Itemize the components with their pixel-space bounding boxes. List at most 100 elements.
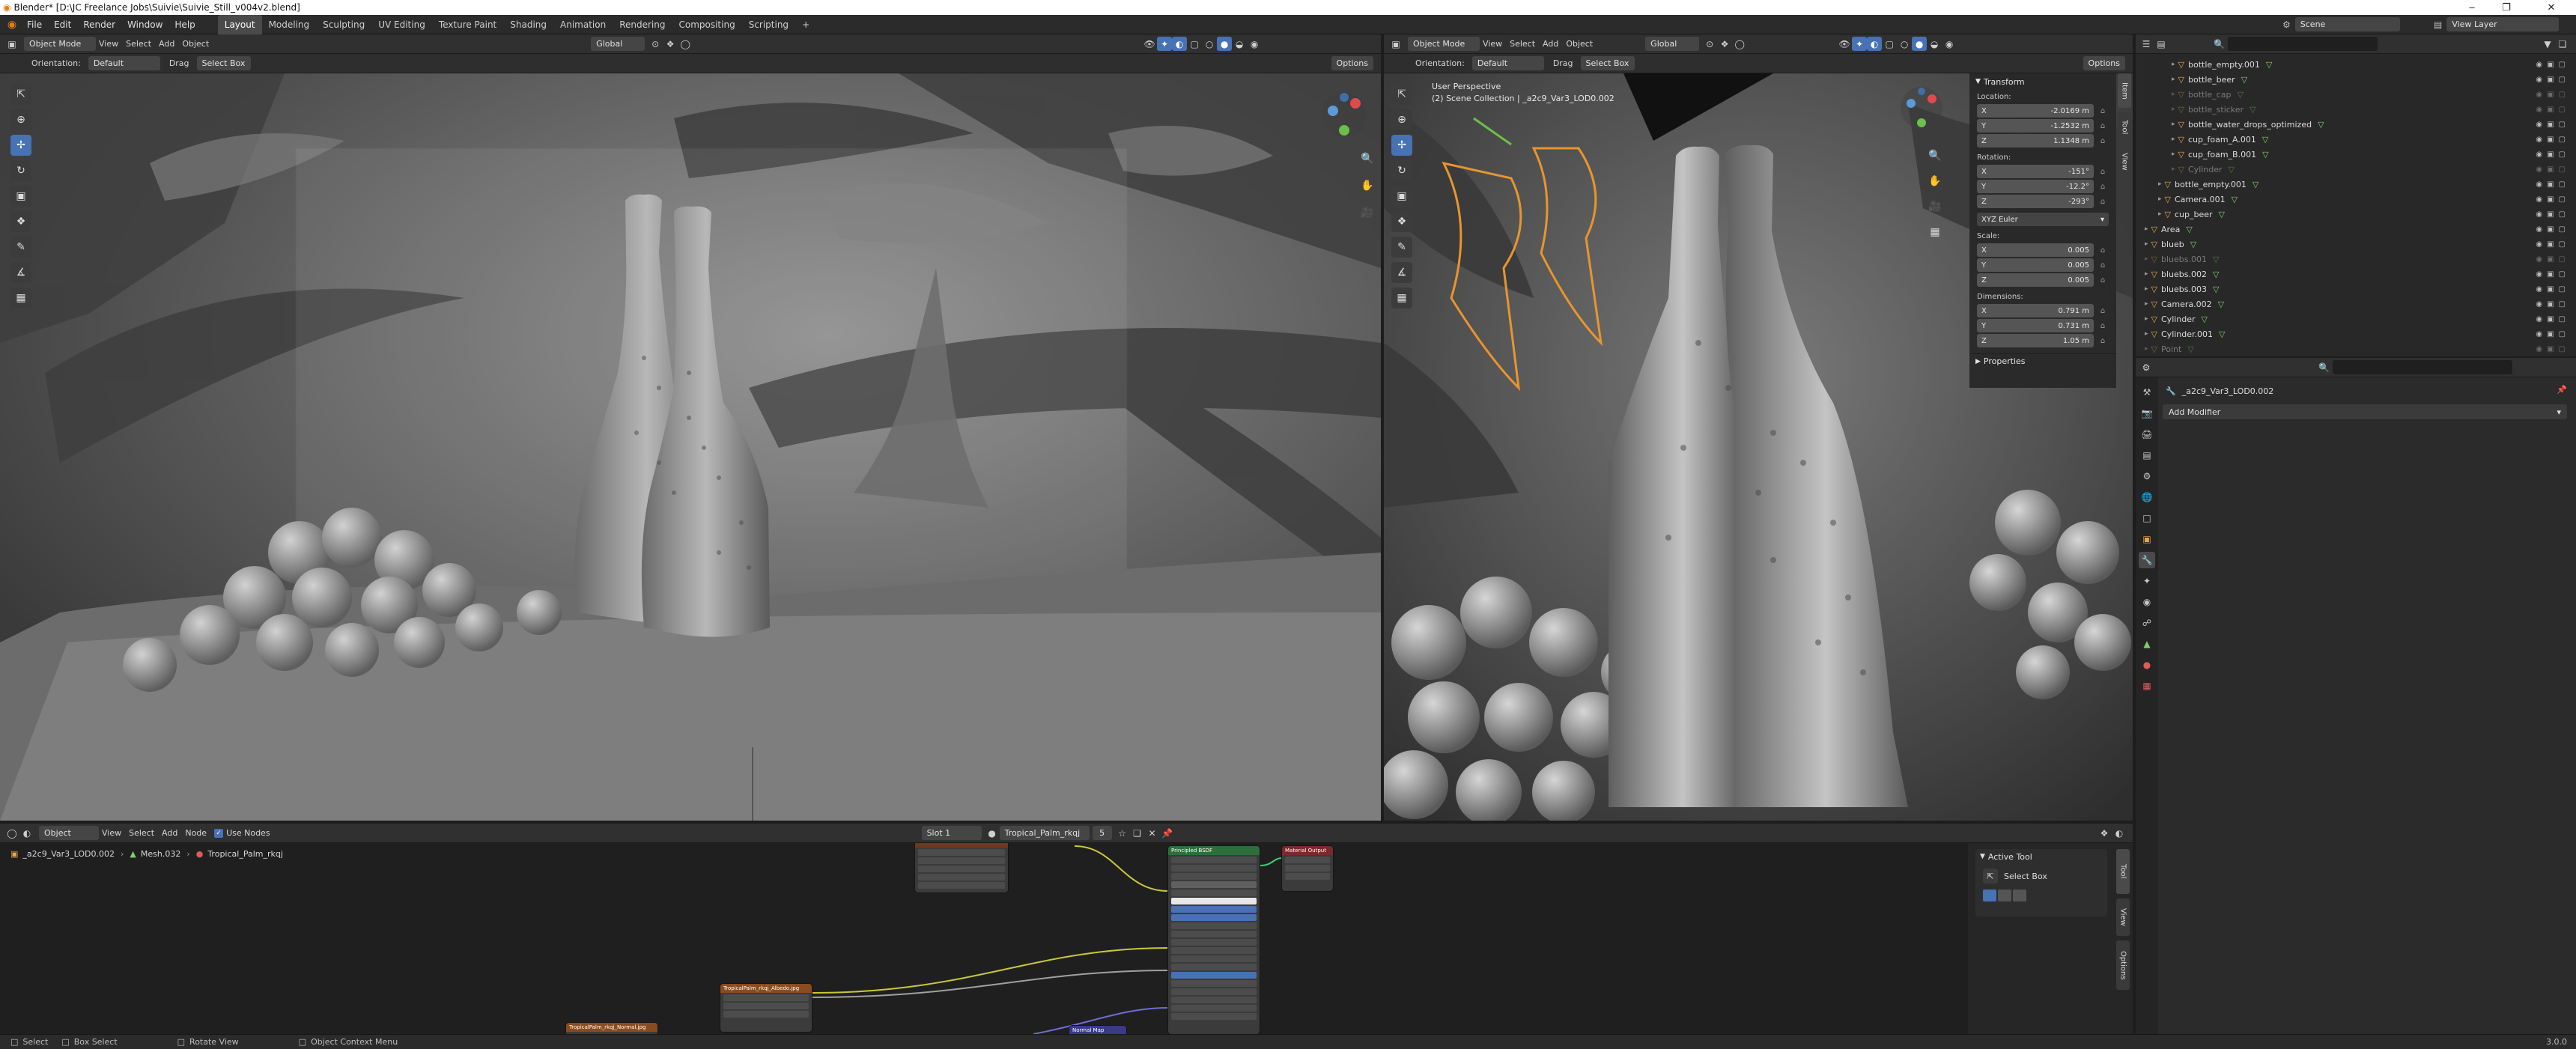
visibility-toggles-icon[interactable]: ◉▣▢ — [2536, 136, 2570, 144]
fake-user-icon[interactable]: ☆ — [1115, 826, 1130, 840]
lock-icon[interactable]: ⌂ — [2097, 168, 2109, 176]
right-transform-icon[interactable]: ❖ — [1391, 211, 1412, 232]
visibility-toggles-icon[interactable]: ◉▣▢ — [2536, 180, 2570, 189]
view-layer-selector[interactable]: View Layer — [2446, 17, 2560, 31]
expand-arrow-icon[interactable]: ▸ — [2145, 330, 2148, 338]
node-overlay-icon[interactable]: ◐ — [2112, 826, 2127, 840]
add-cube-icon[interactable]: ▦ — [10, 288, 31, 308]
lock-icon[interactable]: ⌂ — [2097, 307, 2109, 315]
right-rotate-icon[interactable]: ↻ — [1391, 160, 1412, 181]
right-options-button[interactable]: Options — [2083, 56, 2125, 70]
select-mode-subtract-icon[interactable] — [2013, 890, 2026, 901]
view-layer-tab-icon[interactable]: ▤ — [2139, 447, 2155, 463]
left-snap-icon[interactable]: ❖ — [663, 37, 678, 51]
lock-icon[interactable]: ⌂ — [2097, 122, 2109, 130]
lock-icon[interactable]: ⌂ — [2097, 246, 2109, 255]
menu-render[interactable]: Render — [77, 15, 121, 34]
expand-arrow-icon[interactable]: ▸ — [2145, 225, 2148, 233]
visibility-toggles-icon[interactable]: ◉▣▢ — [2536, 315, 2570, 323]
duplicate-material-icon[interactable]: ❏ — [1130, 826, 1145, 840]
expand-arrow-icon[interactable]: ▸ — [2158, 180, 2162, 188]
expand-arrow-icon[interactable]: ▸ — [2145, 270, 2148, 278]
data-tab-icon[interactable]: ▲ — [2139, 636, 2155, 652]
rotation-field-y[interactable]: Y -12.2° — [1977, 180, 2094, 193]
left-wireframe-shading-icon[interactable]: ○ — [1202, 37, 1217, 51]
camera-view-icon[interactable]: 🎥 — [1357, 202, 1378, 223]
left-solid-shading-icon[interactable]: ● — [1217, 37, 1233, 51]
left-proportional-icon[interactable]: ◯ — [678, 37, 693, 51]
visibility-toggles-icon[interactable]: ◉▣▢ — [2536, 255, 2570, 264]
expand-arrow-icon[interactable]: ▸ — [2172, 150, 2175, 158]
material-slot-dropdown[interactable]: Slot 1 — [921, 826, 982, 840]
pin-node-tree-icon[interactable]: 📌 — [1160, 826, 1175, 840]
right-wireframe-shading-icon[interactable]: ○ — [1897, 37, 1912, 51]
visibility-toggles-icon[interactable]: ◉▣▢ — [2536, 195, 2570, 204]
right-tweak-tool-icon[interactable]: ⇱ — [1391, 84, 1412, 105]
visibility-toggles-icon[interactable]: ◉▣▢ — [2536, 150, 2570, 159]
zoom-icon[interactable]: 🔍 — [1357, 148, 1378, 169]
left-menu-select[interactable]: Select — [126, 39, 151, 49]
sidebar-tab-view[interactable]: View — [2118, 147, 2131, 177]
left-xray-icon[interactable]: ▢ — [1187, 37, 1202, 51]
texture-tab-icon[interactable]: ▦ — [2139, 678, 2155, 694]
editor-type-3d-icon[interactable]: ▣ — [4, 37, 19, 51]
move-icon[interactable]: ✢ — [10, 135, 31, 156]
left-rendered-shading-icon[interactable]: ◉ — [1247, 37, 1262, 51]
scene-selector[interactable]: Scene — [2294, 17, 2400, 31]
visibility-toggles-icon[interactable]: ◉▣▢ — [2536, 76, 2570, 84]
sidebar-tab-tool[interactable]: Tool — [2118, 112, 2131, 142]
workspace-tab-uv-editing[interactable]: UV Editing — [371, 15, 432, 34]
right-zoom-icon[interactable]: 🔍 — [1925, 145, 1945, 166]
menu-edit[interactable]: Edit — [48, 15, 77, 34]
left-orientation-dropdown[interactable]: Default — [88, 56, 160, 70]
expand-arrow-icon[interactable]: ▸ — [2145, 345, 2148, 353]
expand-arrow-icon[interactable]: ▸ — [2145, 300, 2148, 308]
visibility-toggles-icon[interactable]: ◉▣▢ — [2536, 345, 2570, 353]
workspace-tab-sculpting[interactable]: Sculpting — [316, 15, 371, 34]
outliner-item[interactable]: ▸ ▽ bluebs.003 ▽ ◉▣▢ — [2136, 282, 2576, 297]
left-visibility-icon[interactable]: 👁 — [1142, 37, 1157, 51]
outliner-item[interactable]: ▸ ▽ bluebs.002 ▽ ◉▣▢ — [2136, 267, 2576, 282]
rotation-field-z[interactable]: Z -293° — [1977, 195, 2094, 208]
node-material-output[interactable]: Material Output — [1282, 846, 1333, 891]
node-menu-node[interactable]: Node — [185, 828, 207, 838]
expand-arrow-icon[interactable]: ▸ — [2145, 285, 2148, 293]
node-sidebar-tab-options[interactable]: Options — [2116, 940, 2130, 990]
material-tab-icon[interactable]: ● — [2139, 657, 2155, 673]
visibility-toggles-icon[interactable]: ◉▣▢ — [2536, 61, 2570, 69]
dimensions-field-y[interactable]: Y 0.731 m — [1977, 319, 2094, 332]
visibility-toggles-icon[interactable]: ◉▣▢ — [2536, 91, 2570, 99]
viewport-left-scene[interactable]: ⇱ ⊕ ✢ ↻ ▣ ❖ ✎ ∡ ▦ 🔍 ✋ 🎥 — [0, 73, 1381, 821]
workspace-tab-rendering[interactable]: Rendering — [613, 15, 672, 34]
expand-arrow-icon[interactable]: ▸ — [2145, 315, 2148, 323]
maximize-button[interactable]: ❐ — [2489, 0, 2524, 15]
dimensions-field-x[interactable]: X 0.791 m — [1977, 304, 2094, 317]
outliner-filter-icon[interactable]: ▼ — [2540, 37, 2555, 51]
material-preview-icon[interactable]: ● — [985, 826, 1000, 840]
pan-hand-icon[interactable]: ✋ — [1357, 175, 1378, 196]
right-menu-select[interactable]: Select — [1510, 39, 1535, 49]
right-xray-icon[interactable]: ▢ — [1882, 37, 1897, 51]
render-tab-icon[interactable]: 📷 — [2139, 405, 2155, 422]
outliner-search-input[interactable] — [2227, 37, 2378, 51]
dimensions-field-z[interactable]: Z 1.05 m — [1977, 334, 2094, 347]
tool-tab-icon[interactable]: ⚒ — [2139, 384, 2155, 401]
minimize-button[interactable]: ‒ — [2455, 0, 2489, 15]
menu-help[interactable]: Help — [168, 15, 201, 34]
material-name-field[interactable]: Tropical_Palm_rkqj — [999, 826, 1090, 840]
properties-subpanel[interactable]: ▶ Properties — [1969, 353, 2116, 368]
outliner-item[interactable]: ▸ ▽ Cylinder ▽ ◉▣▢ — [2136, 311, 2576, 326]
close-button[interactable]: ✕ — [2534, 0, 2569, 15]
right-proportional-icon[interactable]: ◯ — [1732, 37, 1747, 51]
perspective-grid-icon[interactable]: ▦ — [1925, 222, 1945, 243]
active-tool-header[interactable]: ▼ Active Tool — [1975, 849, 2107, 864]
new-collection-icon[interactable]: ❏ — [2555, 37, 2570, 51]
visibility-toggles-icon[interactable]: ◉▣▢ — [2536, 106, 2570, 114]
tweak-tool-icon[interactable]: ⇱ — [10, 84, 31, 105]
outliner-item[interactable]: ▸ ▽ Point ▽ ◉▣▢ — [2136, 341, 2576, 356]
shader-type-icon[interactable]: ◐ — [19, 826, 34, 840]
modifier-tab-icon[interactable]: 🔧 — [2139, 552, 2155, 568]
visibility-toggles-icon[interactable]: ◉▣▢ — [2536, 285, 2570, 294]
select-mode-extend-icon[interactable] — [1998, 890, 2011, 901]
expand-arrow-icon[interactable]: ▸ — [2145, 255, 2148, 263]
